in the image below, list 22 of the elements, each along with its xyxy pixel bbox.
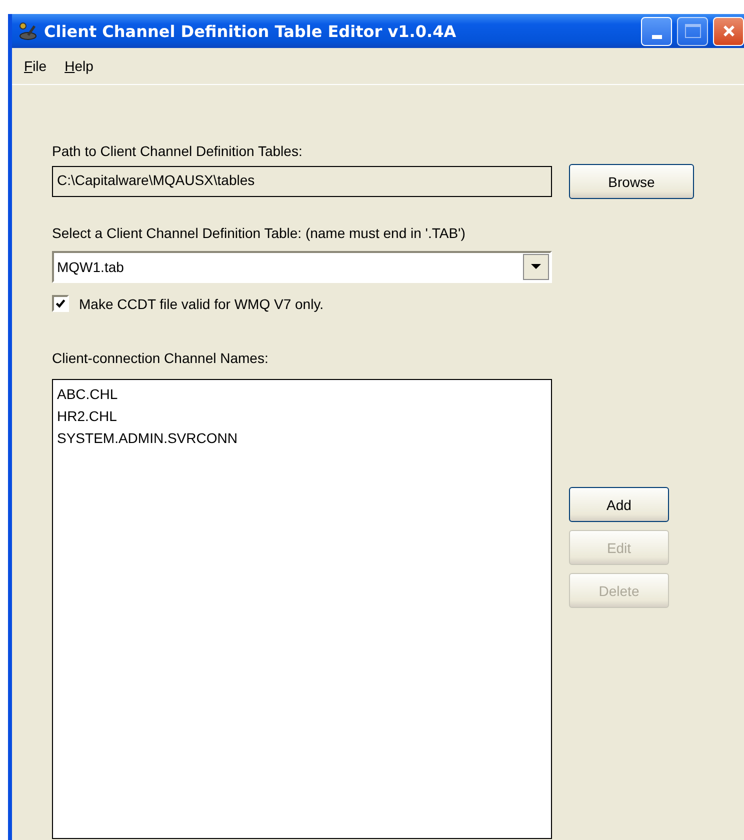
menu-item[interactable]: Help: [64, 58, 94, 74]
dropdown-arrow-button[interactable]: [523, 254, 549, 280]
checkbox[interactable]: [52, 295, 69, 312]
channel-list-item[interactable]: SYSTEM.ADMIN.SVRCONN: [57, 427, 547, 449]
channel-list-item[interactable]: ABC.CHL: [57, 383, 547, 405]
channels-label: Client-connection Channel Names:: [52, 350, 270, 366]
close-button[interactable]: [713, 16, 744, 46]
table-dropdown[interactable]: MQW1.tab: [52, 251, 552, 283]
check-icon: [55, 298, 66, 309]
checkbox-label: Make CCDT file valid for WMQ V7 only.: [79, 296, 324, 312]
maximize-button[interactable]: [677, 16, 708, 46]
path-label: Path to Client Channel Definition Tables:: [52, 143, 304, 159]
channel-list-item[interactable]: HR2.CHL: [57, 405, 547, 427]
path-field[interactable]: C:\Capitalware\MQAUSX\tables: [52, 166, 552, 197]
minimize-button[interactable]: [641, 16, 672, 46]
table-select-label: Select a Client Channel Definition Table: (name must end in '.TAB'): [52, 225, 466, 241]
window-title: Client Channel Definition Table Editor v1.0.4A: [44, 22, 456, 40]
caret-icon: [531, 264, 541, 270]
joystick-icon: [18, 21, 38, 41]
browse-button[interactable]: Browse: [569, 164, 694, 199]
action-button[interactable]: Add: [569, 487, 669, 522]
menu-item[interactable]: File: [24, 58, 47, 74]
